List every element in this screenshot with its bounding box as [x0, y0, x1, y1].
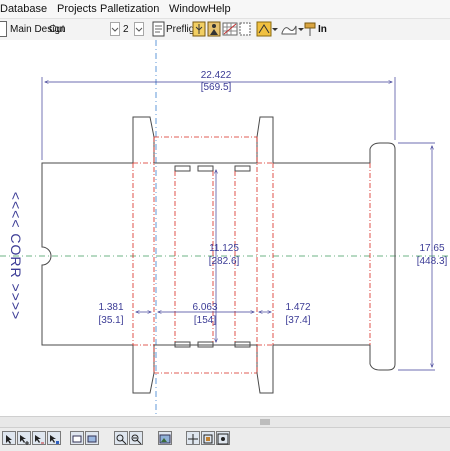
dieline-drawing[interactable]: 22.422 [569.5] 11.125 [282.6] 17.65 [448…	[0, 40, 450, 416]
design-icon[interactable]	[0, 21, 7, 37]
toolbar: Main Design Cut 2 Preflight In	[0, 19, 450, 41]
bottom-toolbar	[0, 427, 450, 451]
dim-left-panel: 1.381	[98, 302, 123, 313]
book-icon[interactable]	[192, 21, 208, 37]
view-icon[interactable]	[70, 431, 84, 445]
spin-icon	[135, 27, 143, 32]
menu-database[interactable]: Database	[0, 3, 47, 15]
dim-overall-width-mm: [569.5]	[201, 82, 232, 93]
dim-center-height: 11.125	[209, 243, 239, 254]
shape-icon[interactable]	[281, 21, 297, 37]
select-icon[interactable]	[2, 431, 16, 445]
dim-overall-width: 22.422	[201, 70, 232, 81]
zoom-in-icon[interactable]	[114, 431, 128, 445]
view-value[interactable]: Cut	[49, 24, 65, 35]
fit-icon[interactable]	[201, 431, 215, 445]
dim-middle-panel: 6.063	[192, 302, 217, 313]
dim-overall-height: 17.65	[419, 243, 444, 254]
select-move-icon[interactable]	[47, 431, 61, 445]
image-icon[interactable]	[158, 431, 172, 445]
dimension-lines	[41, 77, 435, 371]
count-spinner[interactable]	[134, 22, 144, 36]
flute-direction-label: <<<< CORR >>>>	[8, 192, 24, 320]
cut-lines	[41, 116, 396, 394]
dim-left-panel-mm: [35.1]	[98, 315, 123, 326]
select-arrow-icon[interactable]	[32, 431, 46, 445]
menu-projects[interactable]: Projects	[57, 3, 97, 15]
dim-center-height-mm: [282.6]	[209, 256, 240, 267]
menu-window[interactable]: Window	[169, 3, 208, 15]
page-icon[interactable]	[238, 21, 254, 37]
dim-overall-height-mm: [448.3]	[417, 256, 448, 267]
zoom-out-icon[interactable]	[129, 431, 143, 445]
dim-right-panel: 1.472	[285, 302, 310, 313]
scroll-thumb[interactable]	[260, 419, 270, 425]
pin-icon[interactable]	[303, 21, 319, 37]
view-dropdown[interactable]	[110, 22, 120, 36]
figure-icon[interactable]	[207, 21, 223, 37]
count-value[interactable]: 2	[123, 24, 129, 35]
drawing-canvas[interactable]: 22.422 [569.5] 11.125 [282.6] 17.65 [448…	[0, 40, 450, 416]
menu-bar: Database Projects Palletization Window H…	[0, 0, 450, 19]
zoom-extent-icon[interactable]	[216, 431, 230, 445]
dim-right-panel-mm: [37.4]	[285, 315, 310, 326]
crease-lines	[132, 136, 371, 374]
preflight-icon[interactable]	[151, 21, 167, 37]
units-label[interactable]: In	[318, 24, 327, 35]
dropdown-icon	[111, 27, 119, 32]
view-alt-icon[interactable]	[85, 431, 99, 445]
menu-help[interactable]: Help	[208, 3, 231, 15]
database-icon[interactable]	[256, 21, 272, 37]
select-plus-icon[interactable]	[17, 431, 31, 445]
move-icon[interactable]	[186, 431, 200, 445]
grid-icon[interactable]	[222, 21, 238, 37]
dim-middle-panel-mm: [154]	[194, 315, 216, 326]
menu-palletization[interactable]: Palletization	[100, 3, 159, 15]
